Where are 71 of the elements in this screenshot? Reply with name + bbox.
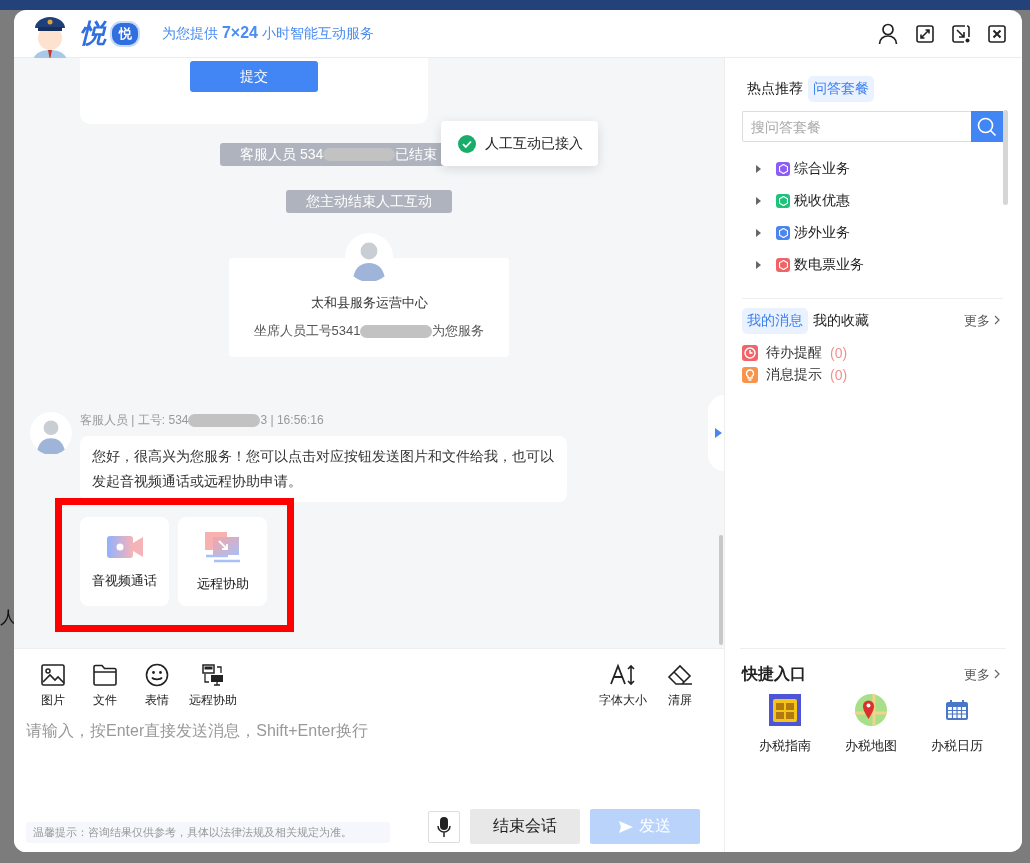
quick-entry[interactable]: 办税地图 [828, 693, 914, 755]
map-pin-icon [854, 693, 888, 727]
message-link[interactable]: 消息提示 [766, 366, 822, 384]
send-icon [619, 820, 633, 833]
background-text: 人 [0, 607, 17, 629]
agent-info: 为您服务 [432, 322, 485, 340]
notice-text: 已结束 [395, 145, 438, 164]
more-link[interactable]: 更多 [964, 665, 1003, 684]
minimize-icon[interactable] [952, 24, 970, 43]
toolbar-button[interactable]: 远程协助 [189, 663, 237, 709]
lightbulb-icon [742, 367, 758, 383]
video-camera-icon [105, 533, 144, 560]
message-meta: 客服人员 | 工号: 534 [80, 411, 189, 429]
font-size-icon [610, 663, 636, 687]
close-icon[interactable] [988, 24, 1006, 43]
toolbar-button[interactable]: 文件 [85, 663, 125, 709]
folder-icon [93, 663, 117, 687]
logo-text: 悦 [80, 17, 106, 50]
message-link[interactable]: 待办提醒 [766, 344, 822, 362]
tree-item[interactable]: 综合业务 [742, 153, 1003, 185]
tab[interactable]: 热点推荐 [742, 76, 808, 102]
voice-button[interactable] [428, 811, 460, 843]
microphone-icon [437, 816, 451, 838]
tree-item[interactable]: 涉外业务 [742, 217, 1003, 249]
user-icon[interactable] [878, 22, 898, 45]
screen-share-icon [203, 530, 242, 563]
expand-icon[interactable] [916, 24, 934, 43]
check-icon [458, 134, 476, 153]
image-icon [41, 663, 65, 687]
end-session-button[interactable]: 结束会话 [470, 809, 580, 844]
action-card[interactable]: 音视频通话 [80, 517, 169, 606]
agent-avatar [30, 412, 72, 454]
quick-entry[interactable]: 办税指南 [742, 693, 828, 755]
search-icon [977, 116, 997, 137]
toolbar-button[interactable]: 字体大小 [599, 663, 647, 709]
chevron-icon [993, 668, 1001, 679]
collapse-handle[interactable] [708, 395, 724, 471]
eraser-icon [667, 663, 693, 687]
disclaimer-text: 温馨提示：咨询结果仅供参考，具体以法律法规及相关规定为准。 [26, 822, 390, 843]
chevron-icon [993, 315, 1001, 325]
search-field[interactable]: 搜问答套餐 [742, 111, 971, 142]
message-input[interactable]: 请输入，按Enter直接发送消息，Shift+Enter换行 [26, 721, 700, 809]
logo-badge: 悦 [110, 20, 140, 47]
tree-item[interactable]: 数电票业务 [742, 249, 1003, 281]
quick-entry[interactable]: 办税日历 [914, 693, 1000, 755]
org-name: 太和县服务运营中心 [310, 294, 428, 312]
tab[interactable]: 问答套餐 [808, 76, 874, 102]
agent-info: 坐席人员工号5341 [253, 322, 361, 340]
remote-desktop-icon [202, 663, 224, 687]
message-bubble: 您好，很高兴为您服务！您可以点击对应按钮发送图片和文件给我，也可以发起音视频通话或远程协助申请。 [80, 436, 567, 502]
notice-text: 您主动结束人工互动 [306, 192, 432, 211]
toolbar-button[interactable]: 图片 [33, 663, 73, 709]
clock-icon [742, 345, 758, 361]
smiley-icon [145, 663, 169, 687]
tab[interactable]: 我的收藏 [808, 308, 874, 334]
message-count: (0) [830, 345, 848, 361]
tab[interactable]: 我的消息 [742, 308, 808, 334]
guide-sign-icon [769, 693, 801, 727]
search-button[interactable] [971, 111, 1003, 142]
submit-button[interactable]: 提交 [190, 61, 318, 92]
section-title: 快捷入口 [742, 664, 806, 684]
message-count: (0) [830, 367, 848, 383]
toast-text: 人工互动已接入 [485, 134, 583, 153]
action-card[interactable]: 远程协助 [178, 517, 267, 606]
message-meta: 3 | 16:56:16 [260, 413, 324, 427]
toolbar-button[interactable]: 清屏 [660, 663, 700, 709]
toolbar-button[interactable]: 表情 [137, 663, 177, 709]
more-link[interactable]: 更多 [964, 312, 1003, 330]
tagline: 为您提供 7×24 小时智能互动服务 [162, 24, 374, 43]
tree-item[interactable]: 税收优惠 [742, 185, 1003, 217]
notice-text: 客服人员 534 [240, 145, 324, 164]
